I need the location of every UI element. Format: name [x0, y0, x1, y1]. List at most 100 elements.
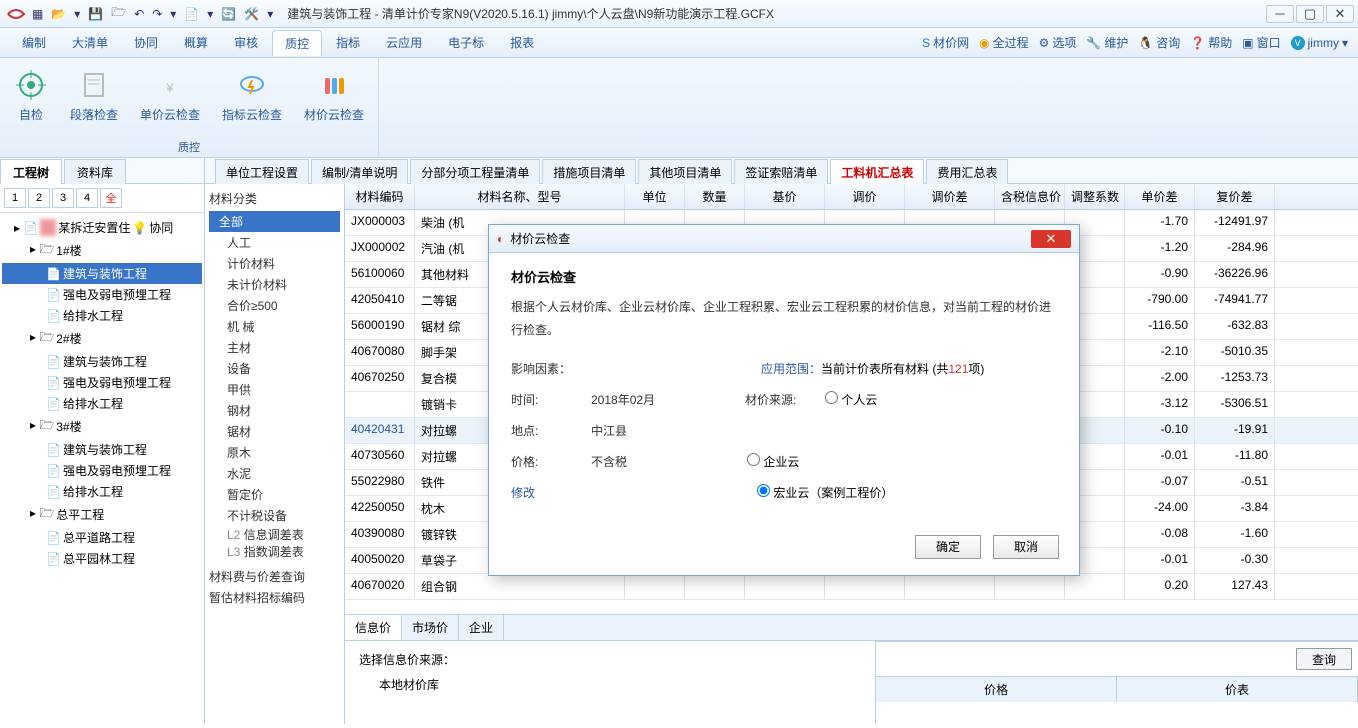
qa-new-icon[interactable]: ▦ — [28, 7, 47, 21]
query-button[interactable]: 查询 — [1296, 648, 1352, 670]
category-item[interactable]: 全部 — [209, 211, 340, 232]
level-btn[interactable]: 2 — [28, 188, 50, 208]
menu-item[interactable]: 指标 — [324, 30, 372, 55]
dialog-close-button[interactable]: ✕ — [1031, 230, 1071, 248]
level-btn[interactable]: 3 — [52, 188, 74, 208]
doc-tab-active[interactable]: 工料机汇总表 — [830, 159, 924, 184]
col-header[interactable]: 数量 — [685, 184, 745, 209]
menu-item[interactable]: 编制 — [10, 30, 58, 55]
tree-item[interactable]: 📄 给排水工程 — [2, 481, 202, 502]
level-btn[interactable]: 1 — [4, 188, 26, 208]
radio-enterprise-cloud[interactable]: 企业云 — [747, 453, 799, 470]
radio-hongye-cloud[interactable]: 宏业云（案例工程价） — [757, 484, 893, 501]
level-btn-all[interactable]: 全 — [100, 188, 122, 208]
category-item[interactable]: 主材 — [209, 337, 340, 358]
cat-l2[interactable]: L2 信息调差表 — [209, 526, 340, 543]
col-header[interactable]: 含税信息价 — [995, 184, 1065, 209]
tree-item[interactable]: 📄 强电及弱电预埋工程 — [2, 460, 202, 481]
dialog-titlebar[interactable]: ◐ 材价云检查 ✕ — [489, 225, 1079, 253]
col-header[interactable]: 材料编码 — [345, 184, 415, 209]
menu-item[interactable]: 概算 — [172, 30, 220, 55]
menu-item-active[interactable]: 质控 — [272, 30, 322, 56]
doc-tab[interactable]: 编制/清单说明 — [311, 159, 408, 184]
link-window[interactable]: ▣窗口 — [1242, 34, 1280, 51]
category-item[interactable]: 甲供 — [209, 379, 340, 400]
radio-personal-cloud[interactable]: 个人云 — [825, 391, 877, 408]
col-header[interactable]: 基价 — [745, 184, 825, 209]
ribbon-price-cloud-check[interactable]: ¥单价云检查 — [136, 64, 204, 127]
col-header[interactable]: 单位 — [625, 184, 685, 209]
col-header[interactable]: 调价 — [825, 184, 905, 209]
category-item[interactable]: 设备 — [209, 358, 340, 379]
tree-item[interactable]: 📄 总平道路工程 — [2, 527, 202, 548]
tree-item[interactable]: 📄 建筑与装饰工程 — [2, 439, 202, 460]
tree-item[interactable]: 📄 强电及弱电预埋工程 — [2, 372, 202, 393]
tree-item[interactable]: ▸ 🗁 3#楼 — [2, 414, 202, 439]
tree-item[interactable]: ▸ 🗁 1#楼 — [2, 238, 202, 263]
qa-folder-icon[interactable]: 🗁 — [107, 3, 130, 24]
qa-save-icon[interactable]: 💾 — [84, 7, 107, 21]
level-btn[interactable]: 4 — [76, 188, 98, 208]
col-header[interactable]: 调价差 — [905, 184, 995, 209]
qa-open-icon[interactable]: 📂 — [47, 7, 70, 21]
category-item[interactable]: 暂定价 — [209, 484, 340, 505]
minimize-button[interactable]: ─ — [1266, 5, 1294, 23]
tree-item[interactable]: ▸ 🗁 2#楼 — [2, 326, 202, 351]
menu-item[interactable]: 报表 — [498, 30, 546, 55]
left-tab-tree[interactable]: 工程树 — [0, 159, 62, 184]
doc-tab[interactable]: 单位工程设置 — [215, 159, 309, 184]
lower-tab[interactable]: 企业 — [459, 615, 504, 640]
modify-link[interactable]: 修改 — [511, 484, 535, 501]
link-full-process[interactable]: ◉全过程 — [979, 34, 1029, 51]
cat-extra[interactable]: 暂估材料招标编码 — [209, 589, 340, 606]
cancel-button[interactable]: 取消 — [993, 535, 1059, 559]
qa-undo-icon[interactable]: ↶ — [130, 7, 148, 21]
category-item[interactable]: 人工 — [209, 232, 340, 253]
col-header[interactable]: 单价差 — [1125, 184, 1195, 209]
menu-item[interactable]: 云应用 — [374, 30, 434, 55]
category-item[interactable]: 原木 — [209, 442, 340, 463]
ribbon-material-cloud-check[interactable]: 材价云检查 — [300, 64, 368, 127]
ok-button[interactable]: 确定 — [915, 535, 981, 559]
ribbon-index-cloud-check[interactable]: 指标云检查 — [218, 64, 286, 127]
tree-item[interactable]: 📄 给排水工程 — [2, 305, 202, 326]
col-header[interactable]: 材料名称、型号 — [415, 184, 625, 209]
maximize-button[interactable]: ▢ — [1296, 5, 1324, 23]
tree-item[interactable]: ▸ 📄 某拆迁安置住 💡 协同 — [2, 217, 202, 238]
tree-item[interactable]: ▸ 🗁 总平工程 — [2, 502, 202, 527]
col-header[interactable]: 调整系数 — [1065, 184, 1125, 209]
lower-tab[interactable]: 市场价 — [402, 615, 459, 640]
ribbon-self-check[interactable]: 自检 — [10, 64, 52, 127]
close-button[interactable]: ✕ — [1326, 5, 1354, 23]
left-tab-lib[interactable]: 资料库 — [64, 159, 126, 184]
tree-item[interactable]: 📄 总平园林工程 — [2, 548, 202, 569]
category-item[interactable]: 钢材 — [209, 400, 340, 421]
doc-tab[interactable]: 签证索赔清单 — [734, 159, 828, 184]
category-item[interactable]: 水泥 — [209, 463, 340, 484]
col-table[interactable]: 价表 — [1117, 677, 1358, 702]
tree-item[interactable]: 📄 建筑与装饰工程 — [2, 263, 202, 284]
lower-tab[interactable]: 信息价 — [345, 615, 402, 640]
col-header[interactable]: 复价差 — [1195, 184, 1275, 209]
tree-item[interactable]: 📄 给排水工程 — [2, 393, 202, 414]
link-maintenance[interactable]: 🔧维护 — [1086, 34, 1128, 51]
doc-tab[interactable]: 费用汇总表 — [926, 159, 1008, 184]
link-help[interactable]: ❓帮助 — [1190, 34, 1232, 51]
menu-item[interactable]: 大清单 — [60, 30, 120, 55]
doc-tab[interactable]: 分部分项工程量清单 — [410, 159, 540, 184]
col-price[interactable]: 价格 — [876, 677, 1117, 702]
category-item[interactable]: 机 械 — [209, 316, 340, 337]
doc-tab[interactable]: 措施项目清单 — [542, 159, 636, 184]
menu-item[interactable]: 电子标 — [436, 30, 496, 55]
qa-redo-icon[interactable]: ↷ — [148, 7, 166, 21]
cat-l3[interactable]: L3 指数调差表 — [209, 543, 340, 560]
category-item[interactable]: 不计税设备 — [209, 505, 340, 526]
cat-extra[interactable]: 材料费与价差查询 — [209, 568, 340, 585]
category-item[interactable]: 合价≥500 — [209, 295, 340, 316]
menu-item[interactable]: 协同 — [122, 30, 170, 55]
category-item[interactable]: 计价材料 — [209, 253, 340, 274]
doc-tab[interactable]: 其他项目清单 — [638, 159, 732, 184]
link-consult[interactable]: 🐧咨询 — [1138, 34, 1180, 51]
menu-item[interactable]: 审核 — [222, 30, 270, 55]
link-options[interactable]: ⚙选项 — [1039, 34, 1077, 51]
